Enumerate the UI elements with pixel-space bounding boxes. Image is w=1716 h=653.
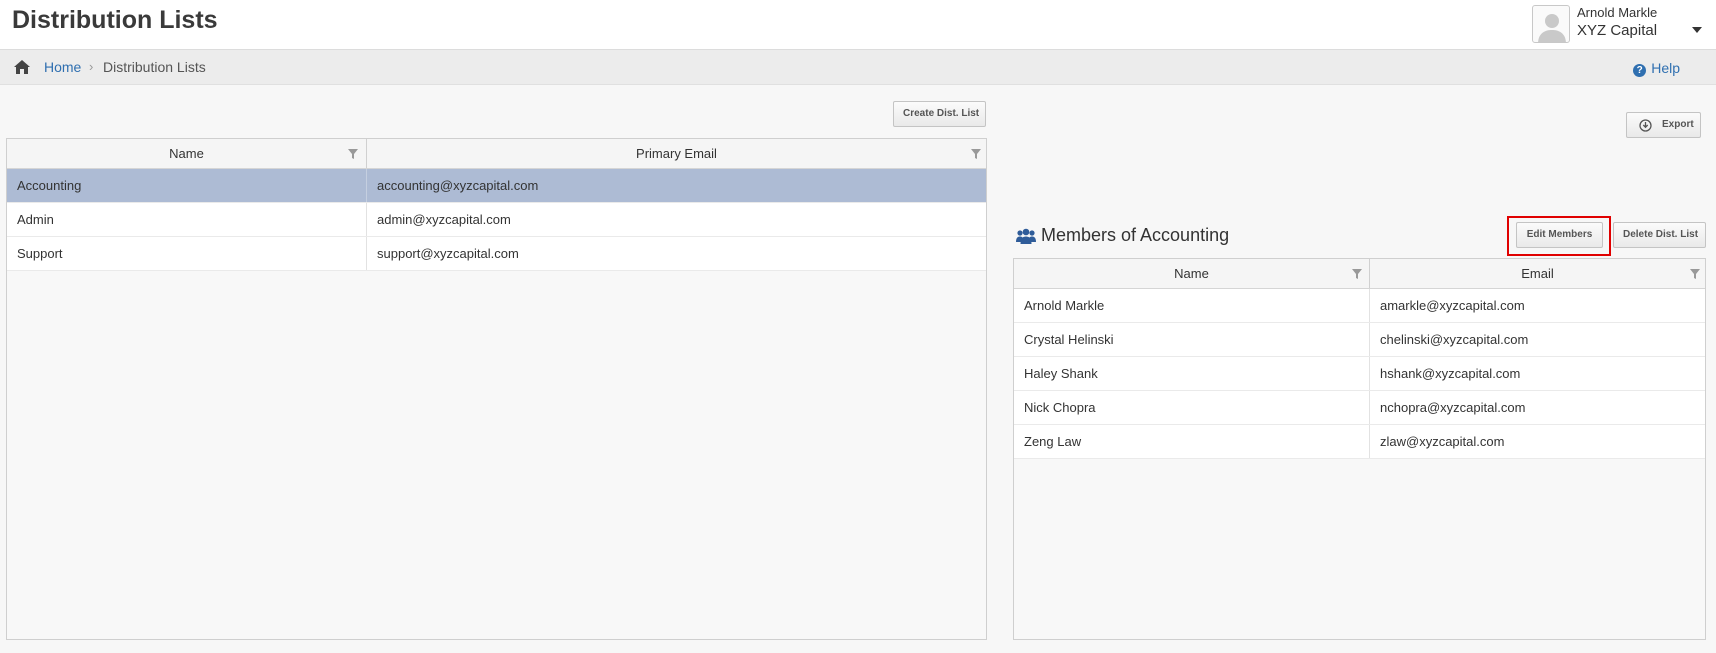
cell-name: Haley Shank <box>1024 366 1098 381</box>
annotation-highlight-box <box>1507 216 1611 256</box>
breadcrumb: Home › Distribution Lists ? Help <box>0 50 1716 85</box>
members-title-text: Members of Accounting <box>1041 225 1230 245</box>
cell-name: Support <box>17 246 63 261</box>
cell-email: admin@xyzcapital.com <box>366 203 986 236</box>
export-button[interactable]: Export <box>1626 112 1701 138</box>
table-row[interactable]: Nick Chopra nchopra@xyzcapital.com <box>1014 391 1705 425</box>
home-icon[interactable] <box>13 59 31 75</box>
cell-email: chelinski@xyzcapital.com <box>1369 323 1705 356</box>
column-header-label: Name <box>1174 266 1209 281</box>
download-icon <box>1639 119 1652 132</box>
table-row[interactable]: Crystal Helinski chelinski@xyzcapital.co… <box>1014 323 1705 357</box>
members-grid: Name Email Arnold Markle amarkle@xyzcapi… <box>1013 258 1706 640</box>
cell-email: accounting@xyzcapital.com <box>366 169 986 202</box>
cell-name: Admin <box>17 212 54 227</box>
table-row[interactable]: Zeng Law zlaw@xyzcapital.com <box>1014 425 1705 459</box>
user-menu[interactable]: Arnold Markle XYZ Capital <box>1532 4 1702 46</box>
cell-email: hshank@xyzcapital.com <box>1369 357 1705 390</box>
cell-name: Zeng Law <box>1024 434 1082 449</box>
grid-header: Name Email <box>1014 259 1705 289</box>
cell-email: nchopra@xyzcapital.com <box>1369 391 1705 424</box>
column-header-primary-email[interactable]: Primary Email <box>366 139 986 168</box>
table-row[interactable]: Support support@xyzcapital.com <box>7 237 986 271</box>
create-dist-list-button[interactable]: Create Dist. List <box>893 101 986 127</box>
breadcrumb-home-link[interactable]: Home <box>44 59 81 75</box>
table-row[interactable]: Arnold Markle amarkle@xyzcapital.com <box>1014 289 1705 323</box>
cell-email: support@xyzcapital.com <box>366 237 986 270</box>
help-link[interactable]: ? Help <box>1633 60 1680 77</box>
chevron-down-icon[interactable] <box>1692 27 1702 33</box>
users-icon <box>1016 228 1036 244</box>
cell-email: amarkle@xyzcapital.com <box>1369 289 1705 322</box>
table-row[interactable]: Accounting accounting@xyzcapital.com <box>7 169 986 203</box>
column-header-email[interactable]: Email <box>1369 259 1705 288</box>
cell-name: Arnold Markle <box>1024 298 1105 313</box>
filter-icon[interactable] <box>1352 269 1362 279</box>
help-icon: ? <box>1633 64 1647 77</box>
user-name: Arnold Markle <box>1577 5 1658 20</box>
cell-name: Nick Chopra <box>1024 400 1096 415</box>
help-label: Help <box>1651 60 1680 76</box>
column-header-label: Email <box>1521 266 1554 281</box>
page-title: Distribution Lists <box>12 6 218 34</box>
breadcrumb-current: Distribution Lists <box>103 59 206 75</box>
column-header-name[interactable]: Name <box>1014 259 1369 288</box>
user-company: XYZ Capital <box>1577 22 1658 39</box>
filter-icon[interactable] <box>348 149 358 159</box>
table-row[interactable]: Admin admin@xyzcapital.com <box>7 203 986 237</box>
top-bar: Distribution Lists Arnold Markle XYZ Cap… <box>0 0 1716 50</box>
filter-icon[interactable] <box>971 149 981 159</box>
breadcrumb-separator: › <box>89 59 94 74</box>
cell-email: zlaw@xyzcapital.com <box>1369 425 1705 458</box>
avatar <box>1532 5 1570 43</box>
grid-header: Name Primary Email <box>7 139 986 169</box>
user-avatar-icon <box>1538 14 1566 42</box>
cell-name: Accounting <box>17 178 82 193</box>
column-header-label: Name <box>169 146 204 161</box>
column-header-name[interactable]: Name <box>7 139 366 168</box>
filter-icon[interactable] <box>1690 269 1700 279</box>
distribution-lists-grid: Name Primary Email Accounting accounting… <box>6 138 987 640</box>
delete-dist-list-button[interactable]: Delete Dist. List <box>1613 222 1706 248</box>
column-header-label: Primary Email <box>636 146 717 161</box>
table-row[interactable]: Haley Shank hshank@xyzcapital.com <box>1014 357 1705 391</box>
cell-name: Crystal Helinski <box>1024 332 1114 347</box>
export-label: Export <box>1662 119 1694 130</box>
